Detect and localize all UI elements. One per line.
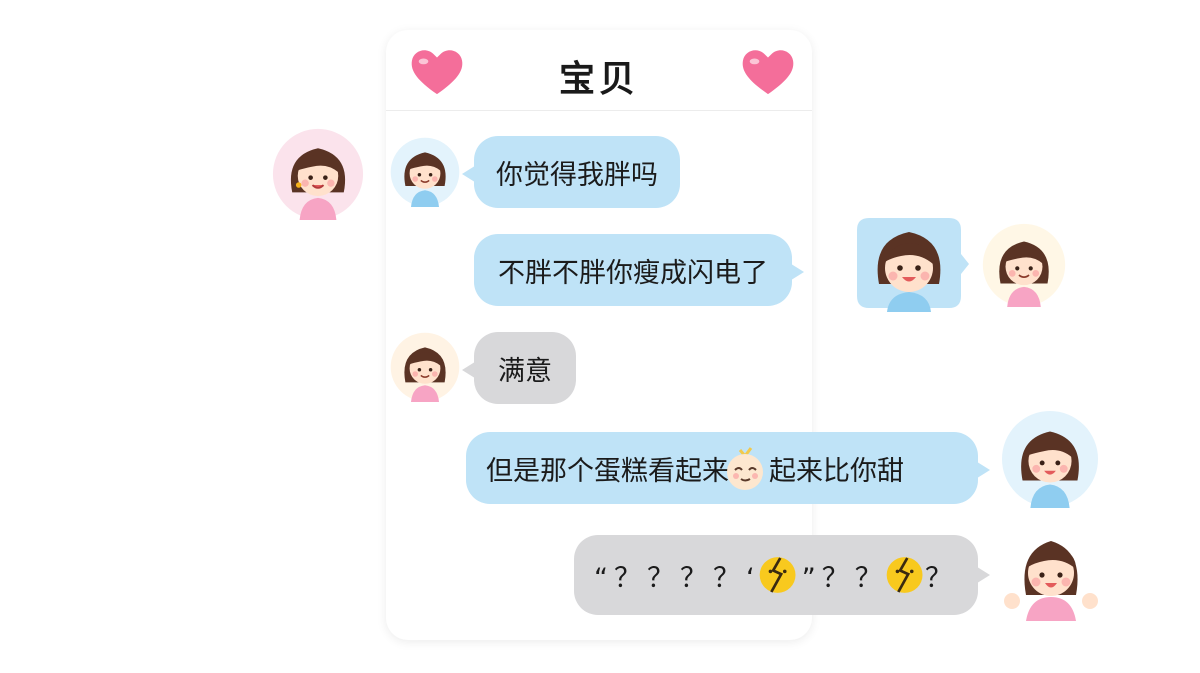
message-bubble[interactable]: “？？？？‘ ”？？ ？ bbox=[574, 535, 990, 615]
avatar-girl-waving[interactable] bbox=[996, 520, 1106, 622]
bubble-tail bbox=[974, 565, 990, 585]
message-text-part: 但是那个蛋糕看起来 bbox=[486, 455, 729, 487]
bubble-tail bbox=[788, 262, 804, 282]
message-text-part: 起来比你甜 bbox=[769, 455, 904, 487]
cracked-face-emoji bbox=[757, 552, 798, 598]
message-bubble[interactable]: 满意 bbox=[462, 332, 576, 404]
cracked-face-emoji bbox=[884, 552, 925, 598]
chat-header: 宝贝 bbox=[386, 30, 812, 111]
message-text-part: ？ bbox=[924, 562, 958, 594]
message-text-part: ”？？ bbox=[801, 562, 888, 594]
message-text: 满意 bbox=[498, 355, 552, 387]
bubble-tail bbox=[974, 460, 990, 480]
message-text-part: “？？？？‘ bbox=[594, 562, 761, 594]
message-bubble[interactable]: 不胖不胖你瘦成闪电了 bbox=[474, 234, 804, 306]
avatar-girl-outside-left bbox=[272, 128, 364, 220]
avatar-girl-in-bubble[interactable] bbox=[848, 214, 970, 312]
message-text: 不胖不胖你瘦成闪电了 bbox=[498, 257, 768, 289]
smiling-face-emoji bbox=[723, 444, 769, 492]
avatar-girl[interactable] bbox=[390, 330, 460, 404]
avatar-girl[interactable] bbox=[1000, 410, 1100, 508]
avatar-girl-outside-right bbox=[982, 220, 1066, 310]
bubble-tail bbox=[462, 164, 478, 184]
message-bubble[interactable]: 你觉得我胖吗 bbox=[462, 136, 680, 208]
avatar-girl[interactable] bbox=[390, 136, 460, 208]
message-text: 你觉得我胖吗 bbox=[496, 159, 658, 191]
bubble-tail bbox=[462, 360, 478, 380]
heart-icon bbox=[739, 46, 797, 98]
message-bubble[interactable]: 但是那个蛋糕看起来 起来比你甜 bbox=[466, 432, 990, 504]
